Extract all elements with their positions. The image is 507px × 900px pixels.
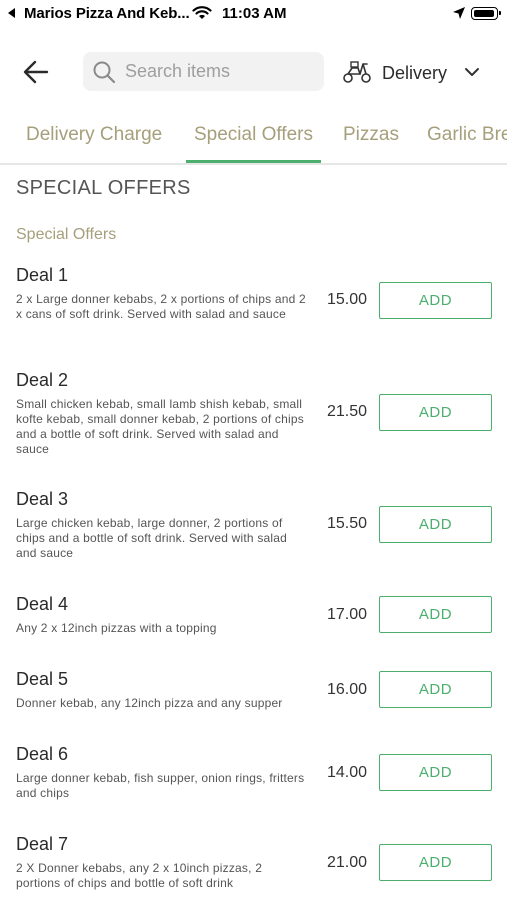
- search-box[interactable]: [83, 52, 324, 91]
- search-input[interactable]: [125, 52, 315, 91]
- add-button[interactable]: ADD: [379, 394, 492, 431]
- item-description: Large chicken kebab, large donner, 2 por…: [16, 516, 288, 560]
- item-price: 21.00: [326, 854, 367, 871]
- item-description: 2 X Donner kebabs, any 2 x 10inch pizzas…: [16, 861, 263, 890]
- scooter-icon: [343, 61, 371, 83]
- item-price: 21.50: [326, 403, 367, 420]
- item-description: Donner kebab, any 12inch pizza and any s…: [16, 696, 283, 710]
- item-description: 2 x Large donner kebabs, 2 x portions of…: [16, 292, 306, 321]
- add-button[interactable]: ADD: [379, 671, 492, 708]
- status-app-name[interactable]: Marios Pizza And Keb...: [24, 5, 190, 22]
- tab-special-offers[interactable]: Special Offers: [194, 124, 313, 146]
- item-name: Deal 3: [16, 489, 69, 509]
- delivery-mode-selector[interactable]: Delivery: [342, 54, 492, 90]
- tab-delivery-charge[interactable]: Delivery Charge: [26, 124, 162, 146]
- status-bar: Marios Pizza And Keb... 11:03 AM: [0, 0, 507, 30]
- item-name: Deal 5: [16, 669, 69, 689]
- item-price: 14.00: [326, 764, 367, 781]
- item-name: Deal 7: [16, 834, 69, 854]
- add-button[interactable]: ADD: [379, 282, 492, 319]
- add-button[interactable]: ADD: [379, 844, 492, 881]
- chevron-down-icon: [465, 68, 479, 76]
- item-price: 15.50: [326, 515, 367, 532]
- item-price: 17.00: [326, 606, 367, 623]
- category-tabs: Delivery Charge Special Offers Pizzas Ga…: [0, 110, 507, 165]
- section-title: SPECIAL OFFERS: [16, 177, 191, 199]
- tab-garlic-bread[interactable]: Garlic Bre: [427, 124, 507, 146]
- item-description: Large donner kebab, fish supper, onion r…: [16, 771, 305, 800]
- add-button[interactable]: ADD: [379, 506, 492, 543]
- battery-icon: [471, 7, 501, 20]
- item-name: Deal 1: [16, 265, 69, 285]
- item-description: Small chicken kebab, small lamb shish ke…: [16, 397, 304, 456]
- status-time: 11:03 AM: [222, 5, 287, 22]
- item-name: Deal 4: [16, 594, 69, 614]
- arrow-left-icon: [23, 60, 49, 84]
- active-tab-indicator: [186, 160, 321, 163]
- delivery-label: Delivery: [382, 63, 448, 83]
- back-button[interactable]: [22, 58, 52, 86]
- tab-pizzas[interactable]: Pizzas: [343, 124, 399, 146]
- subsection-title: Special Offers: [16, 226, 117, 243]
- item-name: Deal 2: [16, 370, 69, 390]
- item-price: 16.00: [326, 681, 367, 698]
- add-button[interactable]: ADD: [379, 596, 492, 633]
- back-to-app-icon[interactable]: [8, 8, 15, 18]
- item-name: Deal 6: [16, 744, 69, 764]
- search-icon: [93, 61, 116, 84]
- item-description: Any 2 x 12inch pizzas with a topping: [16, 621, 217, 635]
- item-price: 15.00: [326, 291, 367, 308]
- wifi-icon: [192, 6, 212, 19]
- location-arrow-icon: [453, 7, 465, 19]
- add-button[interactable]: ADD: [379, 754, 492, 791]
